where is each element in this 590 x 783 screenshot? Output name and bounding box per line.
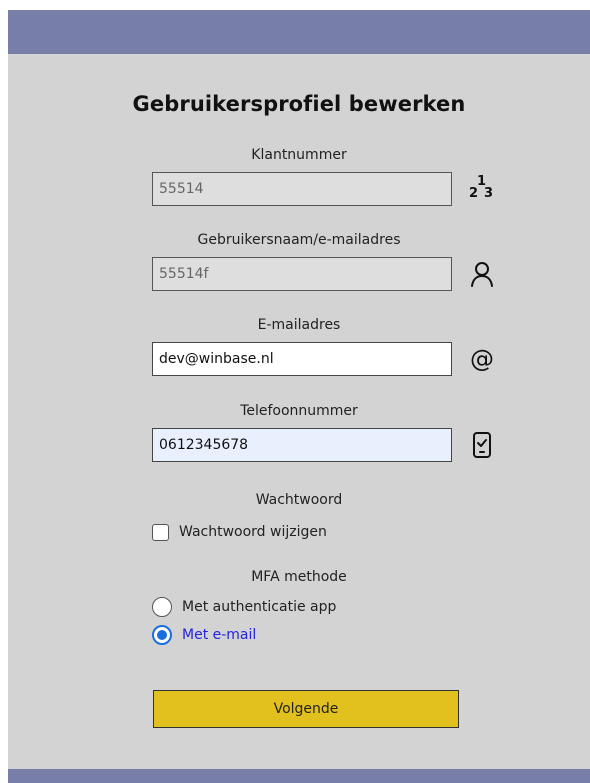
at-sign-icon: @: [470, 345, 494, 373]
change-password-label: Wachtwoord wijzigen: [179, 524, 327, 540]
numbers-123-icon: 1 2 3: [469, 174, 494, 201]
page-title: Gebruikersprofiel bewerken: [132, 92, 466, 116]
phone-label: Telefoonnummer: [240, 403, 358, 419]
authenticator-app-radio[interactable]: [152, 597, 172, 617]
mfa-option-authenticator-app[interactable]: Met authenticatie app: [152, 596, 336, 618]
phone-check-icon: [466, 428, 498, 462]
app-frame: Gebruikersprofiel bewerken Klantnummer 1…: [8, 10, 590, 783]
email-radio[interactable]: [152, 625, 172, 645]
email-field[interactable]: [152, 342, 452, 376]
customer-number-label: Klantnummer: [251, 147, 347, 163]
next-button[interactable]: Volgende: [153, 690, 459, 728]
username-label: Gebruikersnaam/e-mailadres: [197, 232, 401, 248]
header-bar: [8, 10, 590, 54]
password-section-label: Wachtwoord: [255, 492, 343, 508]
change-password-option[interactable]: Wachtwoord wijzigen: [152, 521, 327, 543]
mfa-option-email[interactable]: Met e-mail: [152, 624, 256, 646]
authenticator-app-label: Met authenticatie app: [182, 599, 337, 615]
customer-number-field[interactable]: [152, 172, 452, 206]
username-field[interactable]: [152, 257, 452, 291]
email-label: E-mailadres: [257, 317, 341, 333]
mfa-section-label: MFA methode: [251, 569, 347, 585]
change-password-checkbox[interactable]: [152, 523, 169, 541]
footer-bar: [8, 769, 590, 783]
email-option-label: Met e-mail: [182, 627, 257, 643]
user-icon: [466, 257, 498, 291]
phone-field[interactable]: [152, 428, 452, 462]
